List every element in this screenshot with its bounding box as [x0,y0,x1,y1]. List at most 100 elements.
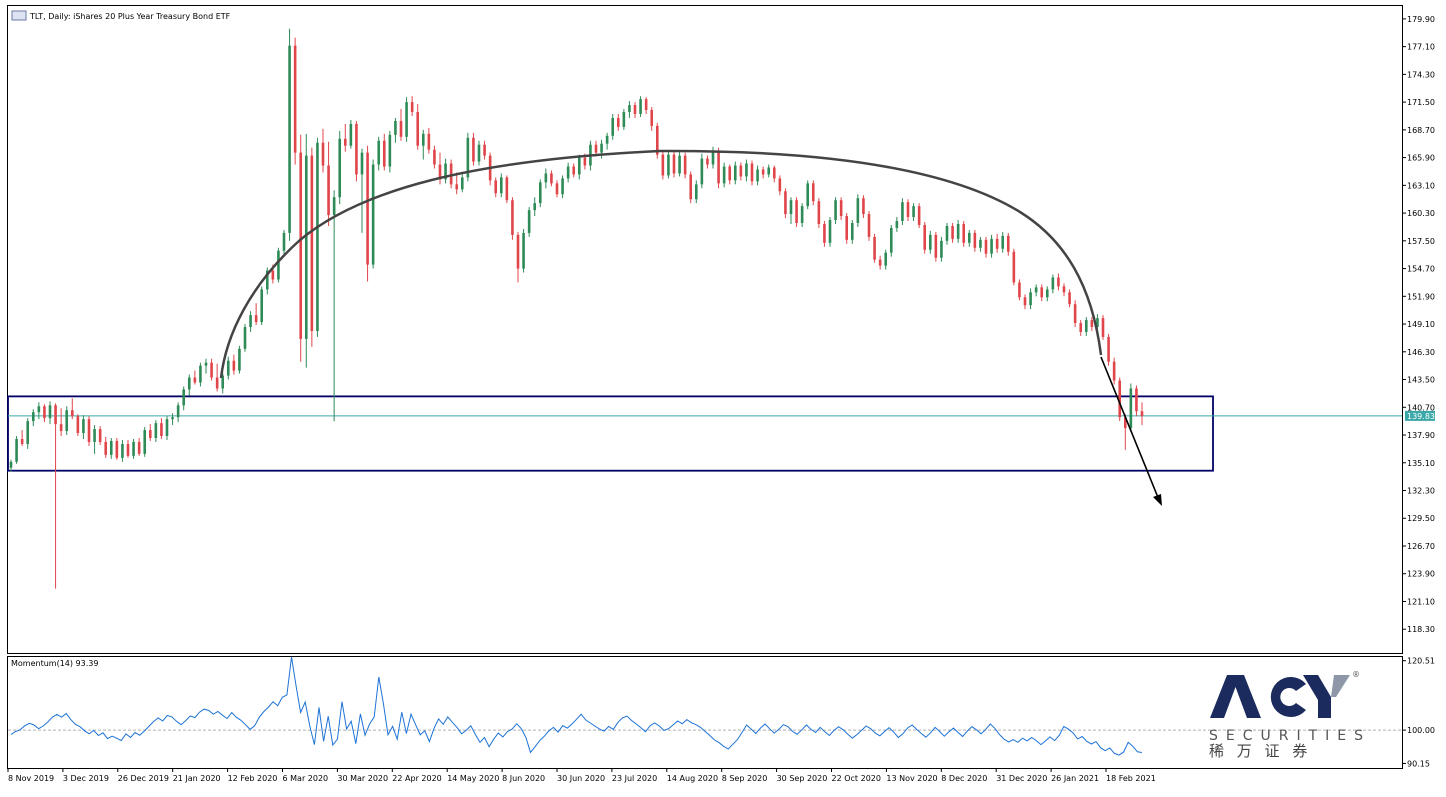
candle-body [1135,388,1138,412]
candle-body [405,102,408,137]
price-tick-label: 149.10 [1407,320,1435,329]
candle-body [226,360,230,376]
candle-body [65,410,69,432]
candle-body [745,163,748,177]
candle-body [483,144,486,156]
time-tick-label: 13 Nov 2020 [886,774,937,783]
candle-body [243,327,247,349]
candle-body [338,138,342,198]
candle-body [678,155,681,174]
candle-body [1045,289,1049,298]
price-tick-label: 123.90 [1407,570,1435,579]
candle-body [499,177,503,194]
candle-body [371,164,375,265]
candle-body [277,250,280,280]
candle-body [973,232,977,248]
candle-body [59,424,63,432]
price-tick-label: 171.50 [1407,98,1435,107]
candle-body [650,110,654,126]
indicator-series [10,656,1143,756]
candle-body [299,152,303,339]
candle-body [850,222,854,240]
candle-body [288,45,291,233]
candle-body [1107,336,1110,362]
candle-body [455,184,459,190]
candle-body [427,133,431,150]
candle-body [76,416,80,434]
candle-body [232,360,236,371]
candle-body [304,155,308,339]
price-tick-label: 132.30 [1407,487,1435,496]
candle-body [210,362,213,378]
logo-registered-mark: ® [1352,670,1360,679]
candle-body [1068,292,1071,305]
candle-body [254,315,258,323]
candle-body [577,157,581,175]
logo-letter-c [1270,676,1306,717]
candle-body [1101,318,1105,337]
tlt-chart[interactable]: TLT, Daily: iShares 20 Plus Year Treasur… [0,0,1446,793]
support-zone-rect [7,395,1214,472]
candle-body [472,137,475,162]
window-icon [11,10,27,21]
candle-body [778,178,782,192]
candle-body [460,177,464,190]
candle-body [611,117,615,136]
candles [9,28,1144,589]
candle-body [93,429,96,442]
candle-body [104,441,108,455]
candle-body [622,112,626,127]
time-tick-label: 8 Sep 2020 [722,774,768,783]
downtrend-arrow-head [1153,494,1162,506]
candle-body [767,167,771,175]
price-tick-label: 126.70 [1407,542,1435,551]
candle-body [126,443,130,456]
candle-body [1140,411,1144,416]
candle-body [421,133,425,146]
candle-body [109,440,113,455]
candle-body [54,405,57,425]
time-tick-label: 30 Jun 2020 [557,774,605,783]
candle-body [845,216,849,240]
candle-body [639,99,642,114]
candle-body [394,120,397,135]
candle-body [316,142,319,331]
candle-body [923,224,927,250]
candle-body [15,438,18,462]
candle-body [884,252,888,266]
candle-body [956,223,960,239]
price-tick-label: 174.30 [1407,70,1435,79]
candle-body [889,227,893,253]
candle-body [728,166,732,181]
price-tick-label: 135.10 [1407,459,1435,468]
candle-body [856,198,860,223]
candle-body [928,234,932,250]
price-tick-label: 179.90 [1407,15,1435,24]
candle-body [990,238,993,254]
candle-body [672,154,676,174]
candle-body [806,183,810,207]
price-tick-label: 118.30 [1407,625,1435,634]
candle-body [694,184,698,200]
downtrend-arrow-line [1100,356,1160,501]
candle-body [327,165,330,216]
annotations[interactable] [219,149,1162,506]
candle-body [934,234,938,258]
candle-body [1057,277,1060,287]
candle-body [733,165,737,181]
candle-body [711,150,715,165]
candle-body [160,423,163,437]
candle-body [823,223,826,243]
support-zone[interactable] [7,395,1214,472]
candle-body [901,202,904,222]
candle-body [722,166,726,184]
candle-body [739,165,743,177]
candle-body [544,173,548,183]
price-tick-label: 177.10 [1407,43,1435,52]
candle-body [293,45,297,153]
time-tick-label: 14 May 2020 [447,774,499,783]
candle-body [1062,286,1066,293]
candle-body [867,214,871,237]
candle-body [717,150,720,184]
time-tick-label: 26 Jan 2021 [1051,774,1099,783]
